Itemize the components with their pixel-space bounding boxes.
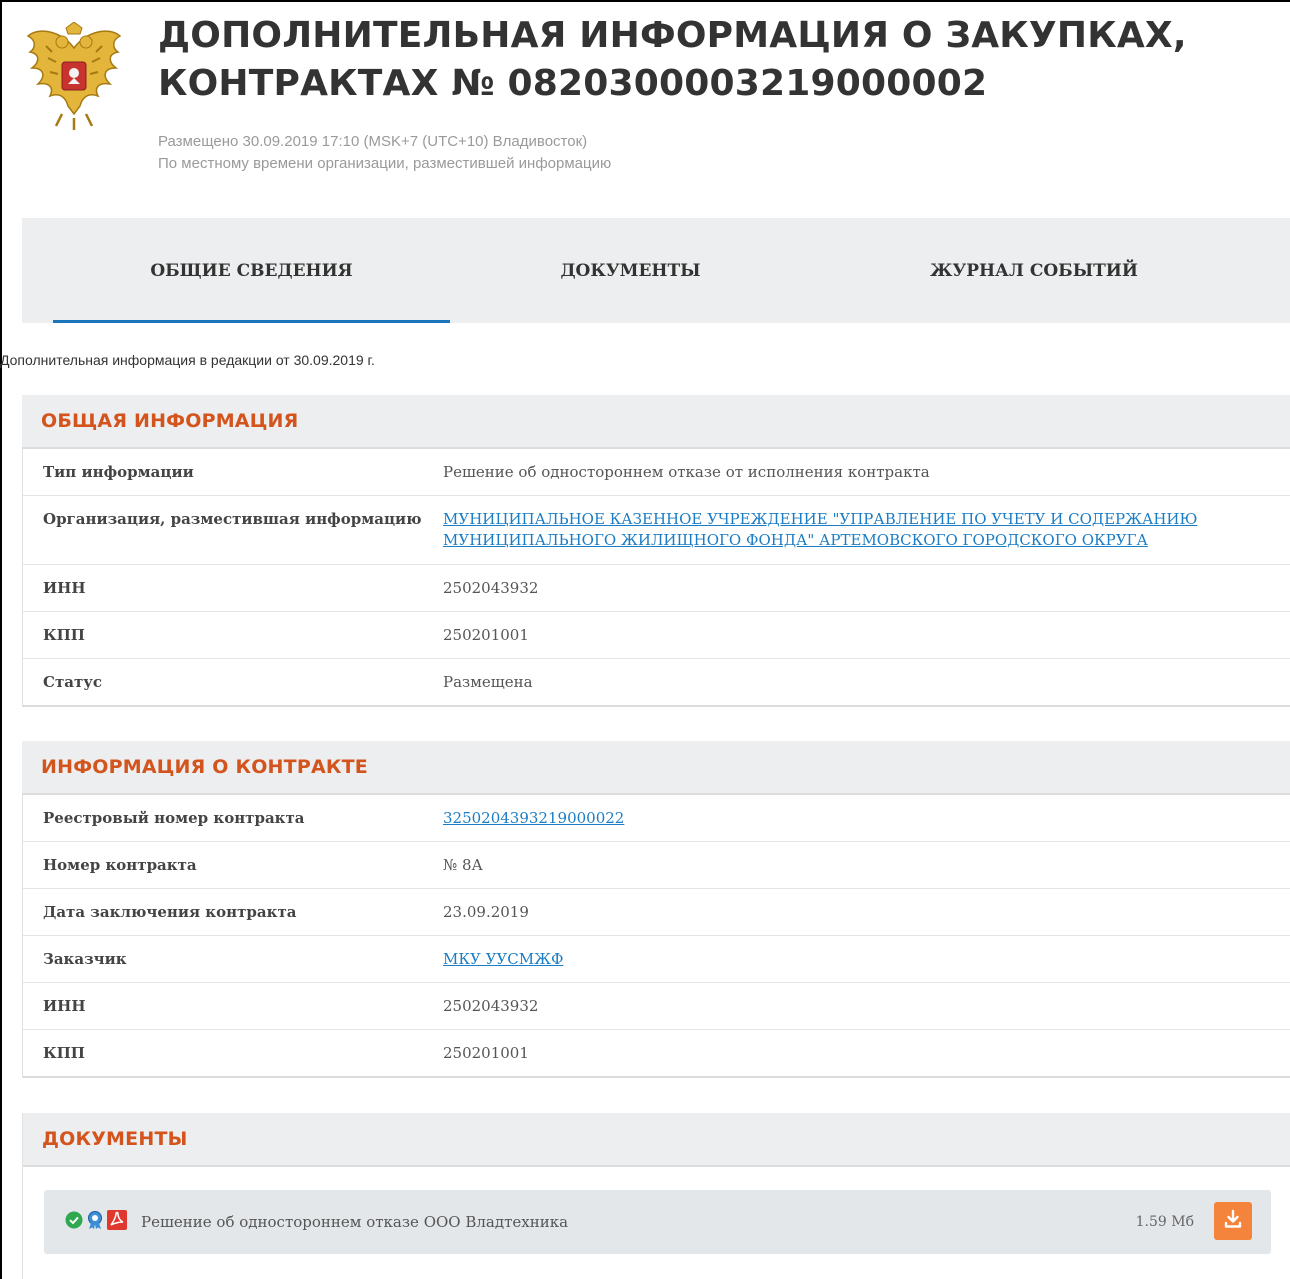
edition-note: Дополнительная информация в редакции от … bbox=[0, 352, 375, 368]
row-label: ИНН bbox=[43, 579, 86, 597]
row-value: № 8А bbox=[443, 855, 483, 874]
section-heading: ДОКУМЕНТЫ bbox=[23, 1113, 1290, 1167]
table-row: Номер контракта № 8А bbox=[23, 841, 1290, 888]
row-value: 250201001 bbox=[443, 625, 529, 644]
table-row: КПП 250201001 bbox=[23, 611, 1290, 658]
signature-badge-icon bbox=[86, 1210, 104, 1235]
tab-event-log[interactable]: ЖУРНАЛ СОБЫТИЙ bbox=[834, 218, 1234, 323]
window-border-left bbox=[0, 0, 2, 1279]
registry-number-link[interactable]: 3250204393219000022 bbox=[443, 809, 624, 827]
page-title-line2: КОНТРАКТАХ № 0820300003219000002 bbox=[158, 63, 988, 104]
row-value: 23.09.2019 bbox=[443, 902, 529, 921]
status-value: Размещена bbox=[443, 672, 533, 691]
table-row: ИНН 2502043932 bbox=[23, 982, 1290, 1029]
download-icon bbox=[1223, 1209, 1243, 1234]
tab-general-info[interactable]: ОБЩИЕ СВЕДЕНИЯ bbox=[53, 218, 450, 323]
documents-section: ДОКУМЕНТЫ Решение об одностороннем отказ… bbox=[22, 1113, 1290, 1279]
organization-link[interactable]: МУНИЦИПАЛЬНОЕ КАЗЕННОЕ УЧРЕЖДЕНИЕ "УПРАВ… bbox=[443, 510, 1197, 549]
customer-link[interactable]: МКУ УУСМЖФ bbox=[443, 950, 563, 968]
row-label: Тип информации bbox=[43, 463, 194, 481]
pdf-icon bbox=[107, 1209, 127, 1235]
document-size: 1.59 Мб bbox=[1135, 1214, 1194, 1230]
document-name-link[interactable]: Решение об одностороннем отказе ООО Влад… bbox=[141, 1213, 568, 1231]
tab-documents[interactable]: ДОКУМЕНТЫ bbox=[432, 218, 829, 323]
table-row: Тип информации Решение об одностороннем … bbox=[23, 449, 1290, 495]
section-heading: ИНФОРМАЦИЯ О КОНТРАКТЕ bbox=[22, 741, 1290, 795]
row-value: 250201001 bbox=[443, 1043, 529, 1062]
organization-link-line1: МУНИЦИПАЛЬНОЕ КАЗЕННОЕ УЧРЕЖДЕНИЕ "УПРАВ… bbox=[443, 510, 1198, 528]
row-label: Дата заключения контракта bbox=[43, 903, 297, 921]
organization-link-line2: МУНИЦИПАЛЬНОГО ЖИЛИЩНОГО ФОНДА" АРТЕМОВС… bbox=[443, 531, 1148, 549]
row-value: 2502043932 bbox=[443, 996, 539, 1015]
row-label: КПП bbox=[43, 626, 85, 644]
table-row: Дата заключения контракта 23.09.2019 bbox=[23, 888, 1290, 935]
window-border-top bbox=[0, 0, 1290, 2]
row-label: Номер контракта bbox=[43, 856, 197, 874]
download-button[interactable] bbox=[1214, 1202, 1252, 1240]
row-label: Реестровый номер контракта bbox=[43, 809, 305, 827]
page-title-line1: ДОПОЛНИТЕЛЬНАЯ ИНФОРМАЦИЯ О ЗАКУПКАХ, bbox=[158, 15, 1187, 56]
table-row: ИНН 2502043932 bbox=[23, 564, 1290, 611]
document-item: Решение об одностороннем отказе ООО Влад… bbox=[44, 1190, 1271, 1254]
table-row: Реестровый номер контракта 3250204393219… bbox=[23, 795, 1290, 841]
posted-date: Размещено 30.09.2019 17:10 (MSK+7 (UTC+1… bbox=[158, 133, 588, 150]
table-row: Организация, разместившая информацию МУН… bbox=[23, 495, 1290, 564]
row-label: ИНН bbox=[43, 997, 86, 1015]
timezone-note: По местному времени организации, размест… bbox=[158, 155, 612, 172]
posting-meta: Размещено 30.09.2019 17:10 (MSK+7 (UTC+1… bbox=[158, 131, 611, 175]
active-tab-indicator bbox=[53, 320, 450, 323]
row-value: 2502043932 bbox=[443, 578, 539, 597]
table-row: Статус Размещена bbox=[23, 658, 1290, 705]
table-row: КПП 250201001 bbox=[23, 1029, 1290, 1076]
tab-bar: ОБЩИЕ СВЕДЕНИЯ ДОКУМЕНТЫ ЖУРНАЛ СОБЫТИЙ bbox=[22, 218, 1290, 323]
row-value: Решение об одностороннем отказе от испол… bbox=[443, 462, 930, 481]
row-label: Организация, разместившая информацию bbox=[43, 510, 422, 528]
general-info-section: ОБЩАЯ ИНФОРМАЦИЯ Тип информации Решение … bbox=[22, 395, 1290, 707]
russian-coat-of-arms-icon bbox=[22, 21, 126, 132]
table-row: Заказчик МКУ УУСМЖФ bbox=[23, 935, 1290, 982]
contract-info-section: ИНФОРМАЦИЯ О КОНТРАКТЕ Реестровый номер … bbox=[22, 741, 1290, 1078]
row-label: Заказчик bbox=[43, 950, 127, 968]
page-title: ДОПОЛНИТЕЛЬНАЯ ИНФОРМАЦИЯ О ЗАКУПКАХ, КО… bbox=[158, 12, 1278, 108]
section-heading: ОБЩАЯ ИНФОРМАЦИЯ bbox=[22, 395, 1290, 449]
row-label: Статус bbox=[43, 673, 102, 691]
check-circle-icon bbox=[65, 1211, 83, 1234]
row-label: КПП bbox=[43, 1044, 85, 1062]
